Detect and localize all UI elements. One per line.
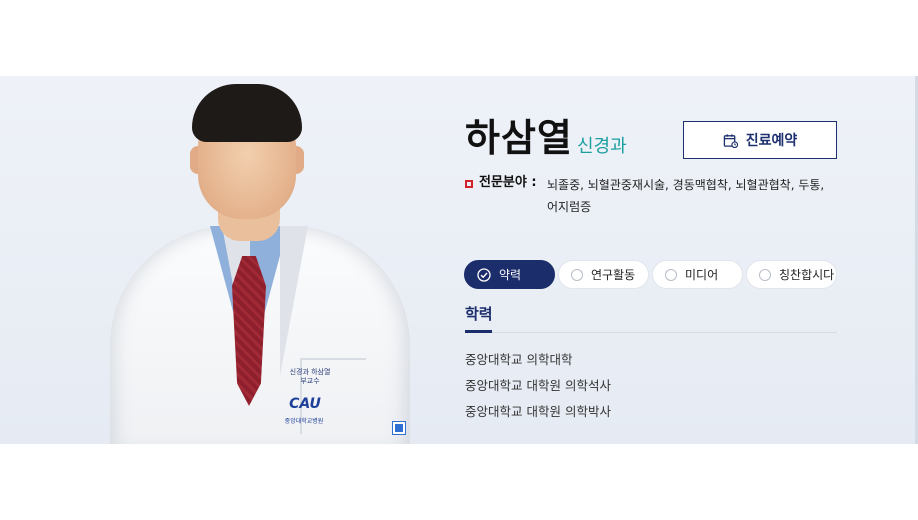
list-item: 중앙대학교 의학대학 [465, 352, 573, 367]
list-item: 중앙대학교 대학원 의학박사 [465, 404, 611, 419]
specialty-label: 전문분야 : [479, 175, 537, 190]
check-circle-icon [477, 267, 491, 282]
section-divider [465, 332, 837, 333]
doctor-photo: 신경과 하삼열 부교수 CAU 중앙대학교병원 [110, 76, 410, 444]
section-title-underline [465, 330, 492, 333]
reservation-button[interactable]: 진료예약 [683, 121, 837, 159]
tab-biography[interactable]: 약력 [464, 260, 555, 289]
profile-tabs: 약력 연구활동 미디어 칭찬합시다 [464, 260, 837, 289]
doctor-department: 신경과 [577, 136, 627, 157]
calendar-icon [723, 133, 738, 148]
education-section-title: 학력 [465, 305, 493, 323]
tab-research[interactable]: 연구활동 [558, 260, 649, 289]
coat-lapel-right [280, 226, 338, 376]
radio-circle-icon [759, 268, 771, 281]
tab-label: 칭찬합시다 [779, 268, 835, 282]
radio-circle-icon [571, 268, 583, 281]
coat-embroidery-line-2: 부교수 [300, 377, 320, 385]
tab-label: 연구활동 [591, 268, 636, 282]
radio-circle-icon [665, 268, 677, 281]
coat-embroidery: 신경과 하삼열 부교수 [282, 368, 338, 386]
tab-label: 약력 [499, 268, 522, 282]
tab-media[interactable]: 미디어 [652, 260, 743, 289]
hospital-name-badge: 중앙대학교병원 [284, 418, 324, 425]
specialty-bullet-icon [465, 180, 473, 188]
doctor-name: 하삼열 [465, 116, 573, 160]
specialty-text: 뇌졸중, 뇌혈관중재시술, 경동맥협착, 뇌혈관협착, 두통, 어지럼증 [547, 178, 825, 214]
tab-compliments[interactable]: 칭찬합시다 [746, 260, 837, 289]
photo-marker-icon[interactable] [393, 422, 405, 434]
list-item: 중앙대학교 대학원 의학석사 [465, 378, 611, 393]
coat-embroidery-line-1: 신경과 하삼열 [289, 368, 331, 376]
education-list: 중앙대학교 의학대학 중앙대학교 대학원 의학석사 중앙대학교 대학원 의학박사 [465, 347, 611, 425]
doctor-tie [232, 256, 266, 406]
doctor-profile-banner: 신경과 하삼열 부교수 CAU 중앙대학교병원 하삼열 신경과 진료예약 전문분… [0, 76, 918, 444]
reservation-button-label: 진료예약 [745, 133, 798, 149]
tab-label: 미디어 [685, 268, 719, 282]
doctor-hair [192, 84, 302, 142]
